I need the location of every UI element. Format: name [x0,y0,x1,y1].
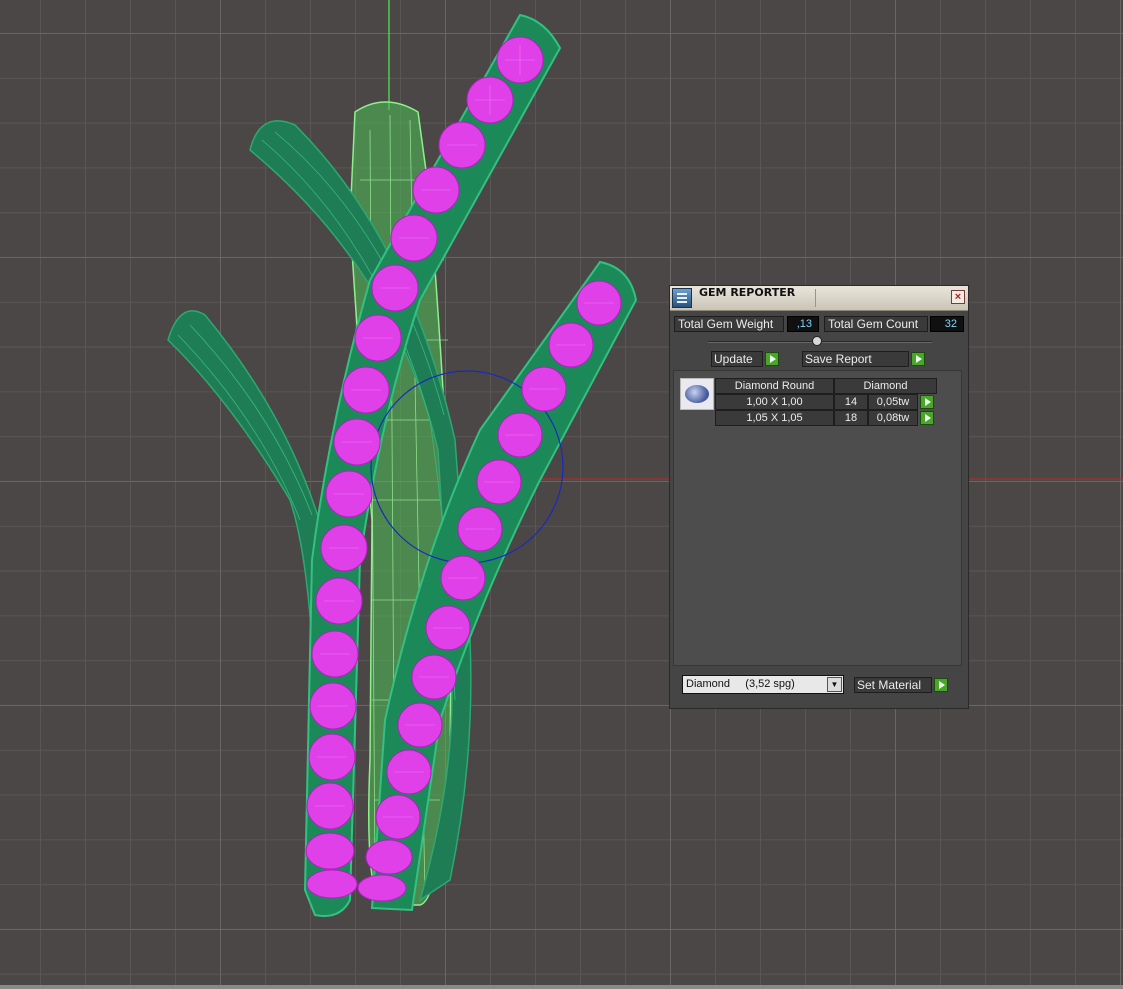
status-strip [0,985,1123,989]
table-header-material: Diamond [834,378,937,394]
table-row-weight: 0,08tw [868,410,918,426]
set-material-button[interactable]: Set Material [854,677,932,693]
table-row-size[interactable]: 1,00 X 1,00 [715,394,834,410]
save-report-go-icon[interactable] [911,352,925,366]
row-select-go-icon[interactable] [920,395,934,409]
save-report-button[interactable]: Save Report [802,351,909,367]
total-count-value: 32 [930,316,964,332]
total-count-label: Total Gem Count [824,316,928,332]
title-separator [815,289,816,307]
slider-handle[interactable] [812,336,822,346]
panel-title: GEM REPORTER [699,286,796,299]
table-header-shape: Diamond Round [715,378,834,394]
gem-reporter-app-icon [672,288,692,308]
update-go-icon[interactable] [765,352,779,366]
total-weight-value: ,13 [787,316,819,332]
update-button[interactable]: Update [711,351,763,367]
panel-titlebar[interactable]: GEM REPORTER × [670,286,968,311]
table-row-weight: 0,05tw [868,394,918,410]
table-row-count: 14 [834,394,868,410]
table-row-count: 18 [834,410,868,426]
gem-thumbnail-icon[interactable] [680,378,714,410]
left-tube [167,310,331,701]
total-weight-label: Total Gem Weight [674,316,784,332]
gem-reporter-panel: GEM REPORTER × Total Gem Weight ,13 Tota… [669,285,969,709]
close-icon[interactable]: × [951,290,965,304]
table-row-size[interactable]: 1,05 X 1,05 [715,410,834,426]
material-dropdown-value: Diamond (3,52 spg) [686,678,795,690]
row-select-go-icon[interactable] [920,411,934,425]
set-material-go-icon[interactable] [934,678,948,692]
material-dropdown[interactable]: Diamond (3,52 spg) ▼ [682,675,844,694]
chevron-down-icon[interactable]: ▼ [827,677,842,692]
